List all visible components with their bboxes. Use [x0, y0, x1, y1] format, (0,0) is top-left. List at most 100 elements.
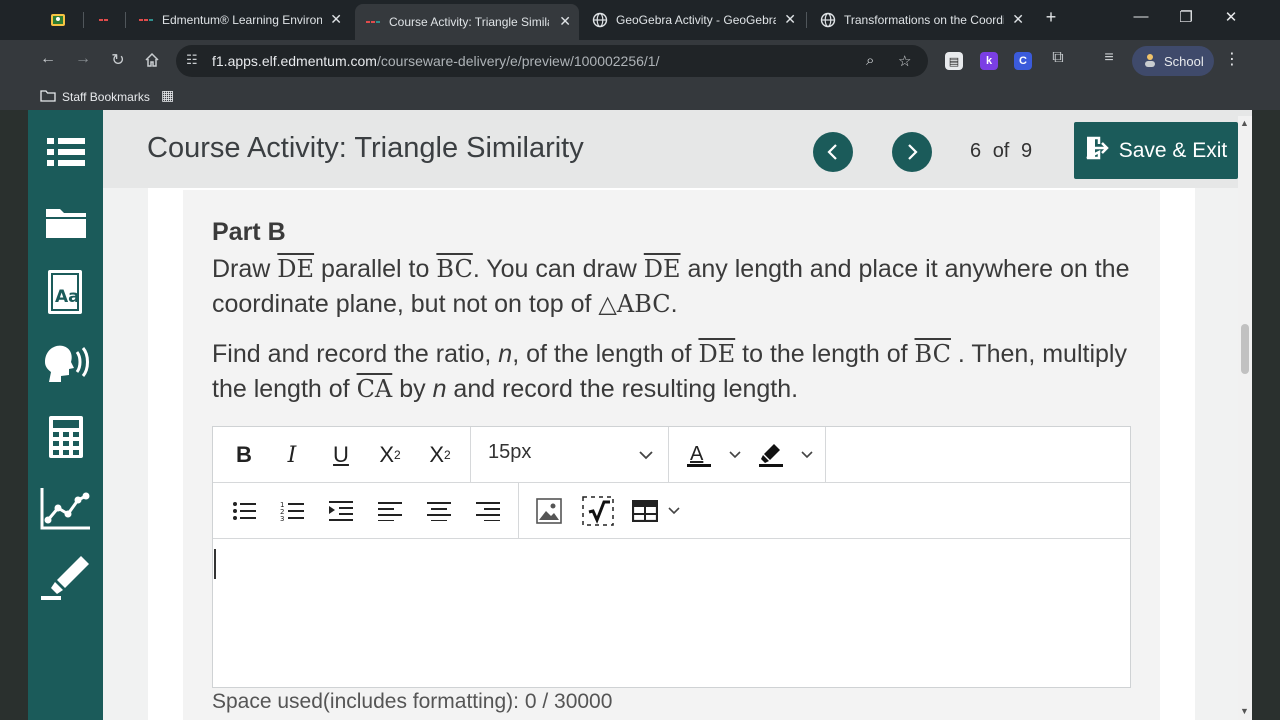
- chevron-down-icon[interactable]: [725, 441, 745, 469]
- more-menu-icon[interactable]: ⋮: [1222, 49, 1242, 69]
- url-text: f1.apps.elf.edmentum.com/courseware-deli…: [212, 53, 660, 69]
- math-equation-icon[interactable]: [581, 496, 615, 526]
- superscript-icon[interactable]: X2: [373, 441, 407, 469]
- activity-header: Course Activity: Triangle Similarity 6 o…: [103, 110, 1252, 188]
- edmentum-icon: [98, 12, 114, 28]
- align-left-icon[interactable]: [377, 497, 403, 525]
- close-window-button[interactable]: ✕: [1219, 8, 1243, 26]
- screen: Edmentum® Learning Environm ✕ Course Act…: [0, 0, 1280, 720]
- editor-toolbar-row-1: B I U X2 X2 15px A: [213, 427, 1130, 483]
- save-exit-label: Save & Exit: [1118, 138, 1228, 162]
- table-icon[interactable]: [631, 497, 659, 525]
- edmentum-page: Aa Course Activity: Triangle Similarity: [28, 110, 1252, 720]
- left-toolbar: Aa: [28, 110, 103, 720]
- editor-toolbar-row-2: 123: [213, 483, 1130, 539]
- extensions-puzzle-icon[interactable]: ⧉: [1046, 49, 1070, 67]
- folder-icon: [40, 88, 56, 105]
- profile-label: School: [1164, 53, 1204, 69]
- extension-doc-icon[interactable]: ▤: [945, 52, 963, 70]
- back-arrow-icon[interactable]: ←: [36, 50, 60, 68]
- bookmark-folder-staff[interactable]: Staff Bookmarks: [40, 88, 150, 105]
- bookmarks-bar: Staff Bookmarks ▦: [0, 82, 1280, 110]
- svg-text:3: 3: [280, 515, 284, 522]
- space-used-counter: Space used(includes formatting): 0 / 300…: [212, 690, 613, 713]
- tab-geogebra[interactable]: GeoGebra Activity - GeoGebra I ✕: [582, 6, 804, 34]
- tab-label: Transformations on the Coordin: [844, 13, 1004, 27]
- insert-image-icon[interactable]: [535, 497, 563, 525]
- apps-grid-icon[interactable]: ▦: [161, 87, 174, 104]
- svg-text:Aa: Aa: [55, 287, 80, 307]
- close-icon[interactable]: ✕: [330, 11, 342, 28]
- tab-transformations[interactable]: Transformations on the Coordin ✕: [810, 6, 1032, 34]
- rich-text-editor: B I U X2 X2 15px A 1 2 3: [212, 426, 1131, 688]
- chevron-down-icon[interactable]: [665, 497, 683, 525]
- numbered-list-icon[interactable]: 123: [279, 497, 305, 525]
- question-card: Part B Draw DE parallel to BC. You can d…: [183, 190, 1160, 720]
- minimize-button[interactable]: —: [1129, 8, 1153, 25]
- question-paragraph-2: Find and record the ratio, n, of the len…: [212, 340, 1127, 403]
- graphing-icon[interactable]: [40, 484, 92, 532]
- folder-icon[interactable]: [40, 198, 92, 246]
- tab-classroom[interactable]: [40, 6, 80, 34]
- globe-icon: [592, 12, 608, 28]
- restore-button[interactable]: ❐: [1174, 8, 1198, 26]
- previous-page-button[interactable]: [813, 132, 853, 172]
- glossary-icon[interactable]: Aa: [40, 268, 92, 316]
- menu-list-icon[interactable]: [40, 128, 92, 176]
- highlight-color-icon[interactable]: [757, 441, 785, 469]
- close-icon[interactable]: ✕: [784, 11, 796, 28]
- highlighter-icon[interactable]: [40, 554, 92, 602]
- chevron-left-icon: [827, 144, 837, 160]
- italic-icon[interactable]: I: [279, 441, 305, 469]
- new-tab-button[interactable]: +: [1039, 7, 1063, 28]
- subscript-icon[interactable]: X2: [423, 441, 457, 469]
- forward-arrow-icon[interactable]: →: [71, 50, 95, 68]
- underline-icon[interactable]: U: [328, 441, 354, 469]
- tab-edmentum-pinned[interactable]: [88, 6, 124, 34]
- browser-tab-strip: Edmentum® Learning Environm ✕ Course Act…: [0, 0, 1280, 40]
- edmentum-icon: [365, 14, 381, 30]
- align-right-icon[interactable]: [475, 497, 501, 525]
- chevron-down-icon[interactable]: [797, 441, 817, 469]
- exit-door-icon: [1085, 136, 1109, 166]
- extension-c-icon[interactable]: C: [1014, 52, 1032, 70]
- chevron-down-icon[interactable]: [635, 441, 657, 469]
- extension-k-icon[interactable]: k: [980, 52, 998, 70]
- scroll-up-icon[interactable]: ▲: [1240, 118, 1249, 128]
- scroll-down-icon[interactable]: ▼: [1240, 706, 1249, 716]
- address-bar[interactable]: ☷ f1.apps.elf.edmentum.com/courseware-de…: [176, 45, 928, 77]
- reload-icon[interactable]: ↻: [106, 50, 130, 70]
- svg-text:A: A: [690, 443, 704, 465]
- close-icon[interactable]: ✕: [559, 13, 571, 30]
- part-label: Part B: [212, 218, 286, 246]
- font-size-select[interactable]: 15px: [488, 441, 531, 464]
- text-to-speech-icon[interactable]: [40, 338, 92, 386]
- page-scrollbar[interactable]: ▲ ▼: [1238, 116, 1252, 720]
- chevron-right-icon: [908, 144, 918, 160]
- bookmark-star-icon[interactable]: ☆: [898, 52, 911, 70]
- avatar-icon: [1142, 52, 1158, 71]
- bold-icon[interactable]: B: [231, 441, 257, 469]
- globe-icon: [820, 12, 836, 28]
- site-settings-icon[interactable]: ☷: [186, 52, 198, 68]
- profile-button[interactable]: School: [1132, 46, 1214, 76]
- close-icon[interactable]: ✕: [1012, 11, 1024, 28]
- align-center-icon[interactable]: [426, 497, 452, 525]
- editor-text-area[interactable]: [213, 539, 1130, 687]
- text-color-icon[interactable]: A: [685, 441, 713, 469]
- classroom-icon: [50, 12, 66, 28]
- save-exit-button[interactable]: Save & Exit: [1074, 122, 1238, 179]
- tab-label: GeoGebra Activity - GeoGebra I: [616, 13, 776, 27]
- question-paragraph-1: Draw DE parallel to BC. You can draw DE …: [212, 255, 1130, 318]
- zoom-icon[interactable]: ⌕: [866, 52, 874, 69]
- home-icon[interactable]: [140, 50, 164, 73]
- next-page-button[interactable]: [892, 132, 932, 172]
- tab-course-activity[interactable]: Course Activity: Triangle Similar ✕: [355, 4, 579, 40]
- indent-icon[interactable]: [328, 497, 354, 525]
- bullet-list-icon[interactable]: [231, 497, 257, 525]
- tab-edmentum-learning[interactable]: Edmentum® Learning Environm ✕: [128, 6, 350, 34]
- edmentum-icon: [138, 12, 154, 28]
- reading-list-icon[interactable]: ≡: [1097, 49, 1121, 67]
- scrollbar-thumb[interactable]: [1241, 324, 1249, 374]
- calculator-icon[interactable]: [40, 413, 92, 461]
